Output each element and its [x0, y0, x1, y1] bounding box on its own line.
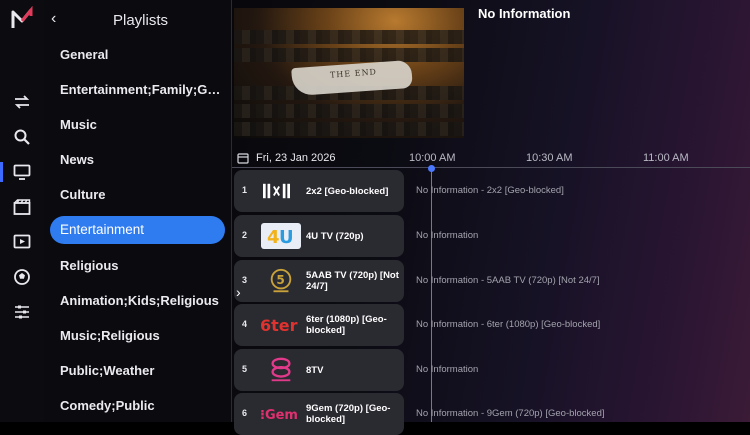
channel-number: 2	[242, 230, 248, 240]
channel-card[interactable]: 5 8TV	[234, 349, 404, 391]
4u-logo: 4U	[260, 221, 302, 251]
switch-icon[interactable]	[11, 91, 33, 113]
time-label: 11:00 AM	[643, 152, 689, 164]
playlist-item[interactable]: Animation;Kids;Religious	[50, 287, 225, 315]
settings-icon[interactable]	[11, 301, 33, 323]
svg-text:6ter: 6ter	[260, 316, 298, 335]
timeline-header: Fri, 23 Jan 2026 10:00 AM 10:30 AM 11:00…	[234, 150, 750, 168]
2x2-logo	[260, 176, 302, 206]
time-label: 10:00 AM	[409, 152, 456, 164]
program-info[interactable]: No Information - 6ter (1080p) [Geo-block…	[416, 319, 600, 330]
channel-name: 4U TV (720p)	[306, 230, 364, 242]
sports-icon[interactable]	[11, 266, 33, 288]
channel-row[interactable]: 4 6ter 6ter (1080p) [Geo-blocked] No Inf…	[234, 304, 750, 346]
channel-number: 1	[242, 185, 248, 195]
program-info[interactable]: No Information	[416, 364, 478, 375]
channel-row[interactable]: 2 4U 4U TV (720p) No Information	[234, 215, 750, 257]
playlists-header: ‹ Playlists	[44, 8, 231, 32]
channel-card[interactable]: 3 5 5AAB TV (720p) [Not 24/7]	[234, 260, 404, 302]
playlist-item[interactable]: News	[50, 146, 225, 174]
play-icon[interactable]	[11, 231, 33, 253]
side-rail	[0, 0, 45, 422]
date-label: Fri, 23 Jan 2026	[256, 152, 336, 164]
channel-number: 3	[242, 275, 248, 285]
channel-name: 9Gem (720p) [Geo-blocked]	[306, 403, 391, 425]
expand-chevron-icon[interactable]: ›	[236, 284, 241, 300]
5aab-logo: 5	[260, 266, 302, 296]
playlist-item[interactable]: Music;Religious	[50, 322, 225, 350]
channel-number: 6	[242, 408, 248, 418]
channel-row[interactable]: 5 8TV No Information	[234, 349, 750, 391]
8tv-logo	[260, 355, 302, 385]
time-label: 10:30 AM	[526, 152, 573, 164]
app-logo[interactable]	[9, 5, 35, 32]
playlist-item[interactable]: Entertainment;Family;Gene..	[50, 76, 225, 104]
svg-text:⁝Gem: ⁝Gem	[260, 408, 298, 423]
channel-card[interactable]: 2 4U 4U TV (720p)	[234, 215, 404, 257]
video-preview[interactable]: THE END	[234, 8, 464, 138]
active-indicator	[0, 162, 3, 182]
program-info[interactable]: No Information - 9Gem (720p) [Geo-blocke…	[416, 408, 605, 419]
channel-card[interactable]: 1 2x2 [Geo-blocked]	[234, 170, 404, 212]
9gem-logo: ⁝Gem	[260, 399, 302, 429]
playlist-item[interactable]: Public;Weather	[50, 357, 225, 385]
svg-text:5: 5	[276, 273, 284, 287]
channel-name: 5AAB TV (720p) [Not 24/7]	[306, 270, 399, 292]
program-info[interactable]: No Information - 5AAB TV (720p) [Not 24/…	[416, 275, 600, 286]
playlist-item[interactable]: Comedy;Public	[50, 392, 225, 420]
playlist-item[interactable]: Religious	[50, 252, 225, 280]
channel-row[interactable]: 3 5 5AAB TV (720p) [Not 24/7] No Informa…	[234, 260, 750, 302]
6ter-logo: 6ter	[260, 310, 302, 340]
movie-icon[interactable]	[11, 196, 33, 218]
channel-name: 2x2 [Geo-blocked]	[306, 185, 389, 197]
channel-row[interactable]: 1 2x2 [Geo-blocked] No Information - 2x2…	[234, 170, 750, 212]
channel-row[interactable]: 6 ⁝Gem 9Gem (720p) [Geo-blocked] No Info…	[234, 393, 750, 435]
back-icon[interactable]: ‹	[51, 10, 56, 28]
program-info[interactable]: No Information - 2x2 [Geo-blocked]	[416, 185, 564, 196]
program-title: No Information	[478, 6, 571, 21]
playlist-item[interactable]: Culture	[50, 181, 225, 209]
calendar-icon	[237, 153, 249, 164]
channel-card[interactable]: 6 ⁝Gem 9Gem (720p) [Geo-blocked]	[234, 393, 404, 435]
playlist-item-active[interactable]: Entertainment	[50, 216, 225, 244]
channel-number: 5	[242, 364, 248, 374]
program-info[interactable]: No Information	[416, 230, 478, 241]
playlists-title: Playlists	[113, 12, 169, 29]
search-icon[interactable]	[11, 126, 33, 148]
channel-card[interactable]: 4 6ter 6ter (1080p) [Geo-blocked]	[234, 304, 404, 346]
timeline-divider	[232, 167, 750, 168]
tv-icon[interactable]	[11, 161, 33, 183]
svg-text:U: U	[279, 227, 294, 248]
svg-text:4: 4	[267, 227, 280, 248]
playlist-item[interactable]: Music	[50, 111, 225, 139]
playlist-item[interactable]: General	[50, 41, 225, 69]
channel-name: 8TV	[306, 364, 324, 376]
channel-number: 4	[242, 319, 248, 329]
playlists-panel: ‹ Playlists General Entertainment;Family…	[44, 0, 232, 422]
channel-name: 6ter (1080p) [Geo-blocked]	[306, 314, 387, 336]
